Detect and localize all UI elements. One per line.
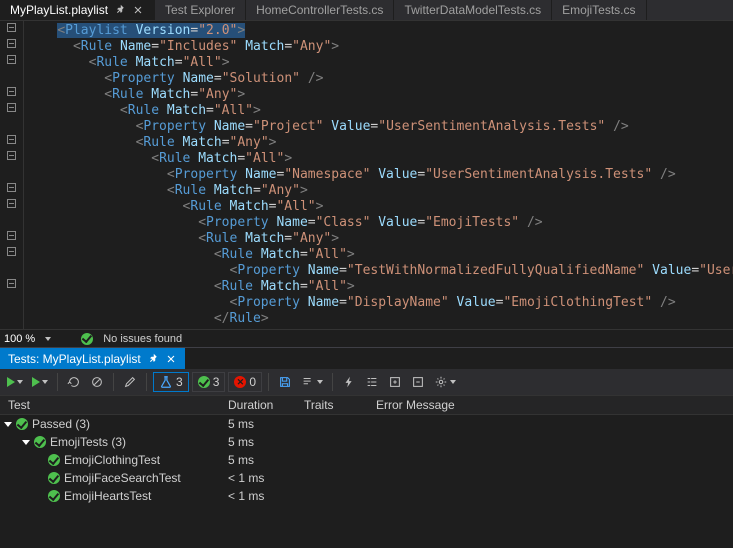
pass-icon [48, 472, 60, 484]
column-traits[interactable]: Traits [296, 398, 368, 412]
pass-icon [48, 490, 60, 502]
tab-label: MyPlayList.playlist [10, 3, 108, 17]
check-icon [81, 333, 93, 345]
tab-homecontrollertests[interactable]: HomeControllerTests.cs [246, 0, 394, 20]
expand-button[interactable] [385, 371, 405, 393]
column-duration[interactable]: Duration [220, 398, 296, 412]
editor-statusbar: 100 % No issues found [0, 329, 733, 347]
test-row[interactable]: EmojiFaceSearchTest < 1 ms [0, 469, 733, 487]
failed-tests-pill[interactable]: ✕ 0 [228, 372, 262, 392]
profile-button[interactable] [339, 371, 359, 393]
test-row[interactable]: EmojiClothingTest 5 ms [0, 451, 733, 469]
tab-test-explorer[interactable]: Test Explorer [155, 0, 246, 20]
tests-grid-body[interactable]: Passed (3) 5 ms EmojiTests (3) 5 ms Emoj… [0, 415, 733, 548]
pencil-icon [123, 375, 137, 389]
expand-icon [388, 375, 402, 389]
code-editor[interactable]: <Playlist Version="2.0"> <Rule Name="Inc… [0, 20, 733, 329]
panel-tab-tests[interactable]: Tests: MyPlayList.playlist [0, 348, 185, 369]
close-icon[interactable] [132, 4, 144, 16]
tests-grid-header: Test Duration Traits Error Message [0, 395, 733, 415]
code-content[interactable]: <Playlist Version="2.0"> <Rule Name="Inc… [24, 21, 733, 329]
pass-icon [198, 376, 210, 388]
collapse-button[interactable] [408, 371, 428, 393]
repeat-icon [67, 375, 81, 389]
bolt-icon [342, 375, 356, 389]
repeat-button[interactable] [64, 371, 84, 393]
issues-label: No issues found [103, 333, 182, 345]
fail-icon: ✕ [234, 376, 246, 388]
play-icon [32, 377, 40, 387]
tab-twitterdatamodeltests[interactable]: TwitterDataModelTests.cs [394, 0, 552, 20]
zoom-level[interactable]: 100 % [4, 333, 35, 345]
outline-gutter[interactable] [0, 21, 24, 329]
stop-button[interactable] [87, 371, 107, 393]
playlist-icon [301, 375, 315, 389]
gear-icon [434, 375, 448, 389]
total-tests-pill[interactable]: 3 [153, 372, 189, 392]
run-button[interactable] [29, 371, 51, 393]
column-test[interactable]: Test [0, 398, 220, 412]
pass-icon [16, 418, 28, 430]
settings-button[interactable] [431, 371, 459, 393]
close-icon[interactable] [165, 353, 177, 365]
caret-icon [4, 422, 12, 427]
tab-playlist-file[interactable]: MyPlayList.playlist [0, 0, 155, 20]
panel-tabs: Tests: MyPlayList.playlist [0, 347, 733, 369]
save-button[interactable] [275, 371, 295, 393]
group-by-button[interactable] [362, 371, 382, 393]
cancel-icon [90, 375, 104, 389]
column-error[interactable]: Error Message [368, 398, 733, 412]
test-row[interactable]: EmojiHeartsTest < 1 ms [0, 487, 733, 505]
class-row-emojitests[interactable]: EmojiTests (3) 5 ms [0, 433, 733, 451]
pass-icon [48, 454, 60, 466]
editor-tabs: MyPlayList.playlist Test Explorer HomeCo… [0, 0, 733, 20]
zoom-dropdown-icon[interactable] [45, 337, 51, 341]
play-icon [7, 377, 15, 387]
pin-icon[interactable] [114, 4, 126, 16]
pin-icon[interactable] [147, 353, 159, 365]
group-row-passed[interactable]: Passed (3) 5 ms [0, 415, 733, 433]
test-toolbar: 3 3 ✕ 0 [0, 369, 733, 395]
caret-icon [22, 440, 30, 445]
flask-icon [159, 375, 173, 389]
edit-playlist-button[interactable] [120, 371, 140, 393]
collapse-icon [411, 375, 425, 389]
tree-icon [365, 375, 379, 389]
save-icon [278, 375, 292, 389]
run-all-button[interactable] [4, 371, 26, 393]
tab-emojitests[interactable]: EmojiTests.cs [552, 0, 646, 20]
passed-tests-pill[interactable]: 3 [192, 372, 226, 392]
pass-icon [34, 436, 46, 448]
playlist-button[interactable] [298, 371, 326, 393]
